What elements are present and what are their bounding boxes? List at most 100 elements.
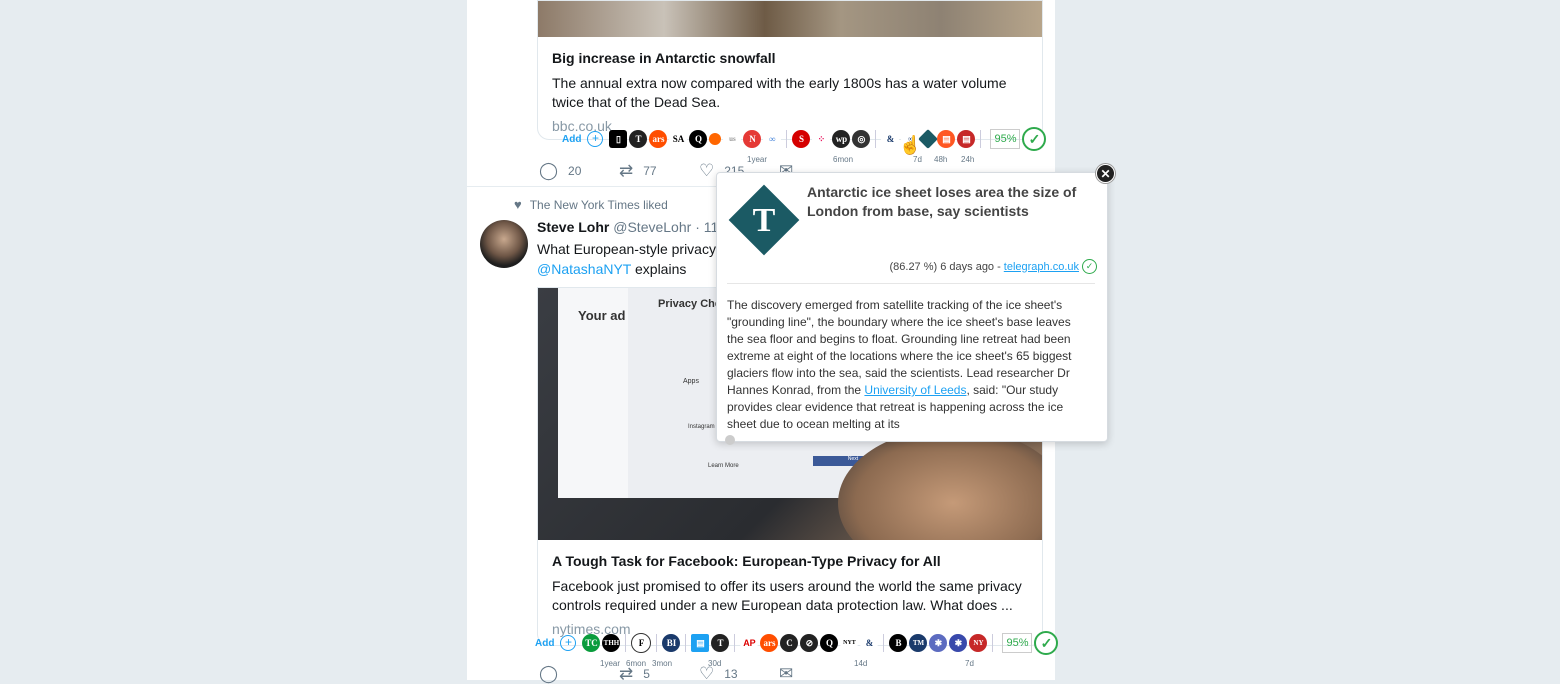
source-icon[interactable]: C [780,634,799,652]
source-icon[interactable]: ⁘ [812,130,831,148]
age-label: 7d [965,659,974,668]
retweet-icon: ⇄ [619,161,634,180]
image-text: Instagram [688,424,715,430]
link-card[interactable]: Big increase in Antarctic snowfall The a… [537,0,1043,140]
source-icon[interactable]: THH [602,634,621,652]
dm-button[interactable]: ✉ [779,664,793,684]
credibility-score: 95% [990,129,1021,149]
age-label: 14d [854,659,868,668]
heart-icon: ♡ [699,161,715,180]
source-icon[interactable]: wp [832,130,851,148]
reply-button[interactable]: ◯ 20 [539,161,619,181]
add-icon[interactable]: + [560,635,577,651]
source-toolbar: Add + TC THH F BI ▤ T AP ars C ⊘ Q NYT &… [535,631,1059,655]
source-icon[interactable]: S [792,130,811,148]
age-label: 6mon [833,155,854,164]
credibility-score: 95% [1002,633,1033,653]
source-icon[interactable]: T [629,130,648,148]
add-source-label[interactable]: Add [535,638,554,649]
author-name[interactable]: Steve Lohr [537,219,609,235]
source-icon[interactable]: & [860,634,879,652]
source-icon[interactable]: F [631,633,652,653]
source-icon[interactable]: ars [649,130,668,148]
scroll-handle[interactable] [725,435,735,445]
retweet-button[interactable]: ⇄ 5 [619,664,699,684]
source-icon[interactable]: ▯ [609,130,628,148]
reply-icon: ◯ [539,161,559,180]
source-icon[interactable]: ars [760,634,779,652]
age-label: 48h [934,155,948,164]
card-title: Big increase in Antarctic snowfall [552,50,776,66]
card-description: The annual extra now compared with the e… [552,75,1007,110]
add-icon[interactable]: + [587,131,604,147]
reply-button[interactable]: ◯ [539,664,619,684]
heart-icon: ♥ [514,197,522,212]
source-icon[interactable]: Q [689,130,708,148]
like-count: 13 [724,667,738,681]
social-context: ♥ The New York Times liked [514,197,668,212]
tweet-actions: ◯ ⇄ 5 ♡ 13 ✉ [539,664,793,684]
age-label: 24h [961,155,975,164]
close-icon: ✕ [1100,166,1111,181]
divider [727,283,1095,284]
card-image [538,1,1042,37]
source-icon[interactable]: NY [969,634,988,652]
heart-icon: ♡ [699,664,715,683]
avatar[interactable] [480,220,528,268]
source-icon[interactable]: ◎ [852,130,871,148]
image-text: Apps [683,378,699,385]
source-icon[interactable]: ▤ [937,130,956,148]
retweet-icon: ⇄ [619,664,634,683]
source-icon[interactable]: T [711,634,730,652]
card-description: Facebook just promised to offer its user… [552,578,1022,613]
verified-check-icon[interactable]: ✓ [1022,127,1047,151]
source-icon[interactable]: AP [740,634,759,652]
card-title: A Tough Task for Facebook: European-Type… [552,553,941,569]
pointer-cursor-icon: ☝ [899,135,922,155]
telegraph-source-icon[interactable] [918,129,939,149]
source-icon[interactable]: SA [669,130,688,148]
source-icon[interactable]: ▤ [957,130,976,148]
envelope-icon: ✉ [779,664,794,683]
telegraph-logo: T [728,184,800,256]
source-icon[interactable]: us [723,130,742,148]
source-icon[interactable]: NYT [840,634,859,652]
university-link[interactable]: University of Leeds [864,383,966,397]
article-excerpt: The discovery emerged from satellite tra… [727,297,1087,433]
add-source-label[interactable]: Add [562,134,581,145]
retweet-count: 5 [643,667,650,681]
source-icon[interactable]: ✱ [929,634,948,652]
retweet-count: 77 [643,164,657,178]
reply-icon: ◯ [539,664,559,683]
article-title[interactable]: Antarctic ice sheet loses area the size … [807,183,1105,221]
image-text: Your ad [578,308,626,323]
source-icon[interactable] [709,133,722,145]
source-icon[interactable]: TM [909,634,928,652]
source-icon[interactable]: B [889,634,908,652]
source-icon[interactable]: TC [582,634,601,652]
age-label: 7d [913,155,922,164]
source-icon[interactable]: ▤ [691,634,710,652]
source-icon[interactable]: Q [820,634,839,652]
article-meta: (86.27 %) 6 days ago - telegraph.co.uk ✓ [889,259,1097,274]
retweet-button[interactable]: ⇄ 77 [619,161,699,181]
image-text: Learn More [708,463,739,469]
source-icon[interactable]: BI [662,634,681,652]
source-icon[interactable]: ∞ [763,130,782,148]
tweet-body-suffix: explains [631,261,687,277]
source-toolbar: Add + ▯ T ars SA Q us N ∞ S ⁘ wp ◎ & ∞ ▤… [562,127,1047,151]
like-button[interactable]: ♡ 13 [699,664,779,684]
source-icon[interactable]: N [743,130,762,148]
reply-count: 20 [568,164,582,178]
source-icon[interactable]: ✱ [949,634,968,652]
source-icon[interactable]: & [881,130,900,148]
source-icon[interactable]: ⊘ [800,634,819,652]
article-preview-popup: T Antarctic ice sheet loses area the siz… [716,172,1108,445]
svg-text:T: T [753,202,776,239]
liked-by-text[interactable]: The New York Times liked [530,198,668,212]
article-source-link[interactable]: telegraph.co.uk [1004,261,1079,273]
mention-link[interactable]: @NatashaNYT [537,261,631,277]
close-popup-button[interactable]: ✕ [1096,164,1115,183]
verified-check-icon[interactable]: ✓ [1034,631,1059,655]
author-handle[interactable]: @SteveLohr [613,219,691,235]
